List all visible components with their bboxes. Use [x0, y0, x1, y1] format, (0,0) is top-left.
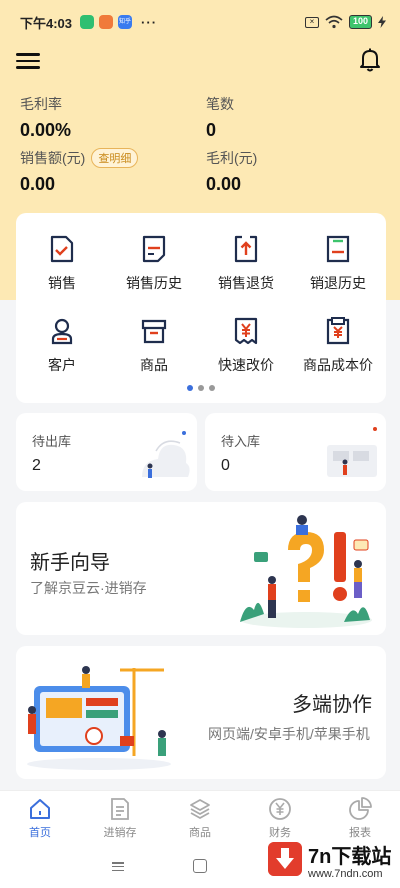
inventory-icon [111, 798, 129, 820]
func-sales-return[interactable]: 销售退货 [200, 235, 292, 293]
func-customer-label: 客户 [48, 357, 76, 373]
pending-inbound-value: 0 [221, 457, 230, 474]
app-notification-icon [99, 15, 114, 29]
func-sales-history-label: 销售历史 [126, 275, 182, 291]
recent-apps-icon[interactable] [112, 862, 124, 871]
func-return-history[interactable]: 销退历史 [292, 235, 384, 293]
count-label: 笔数 [206, 96, 234, 112]
outbound-illustration [142, 431, 190, 478]
func-quick-price-label: 快速改价 [218, 357, 274, 373]
gross-profit-value: 0.00 [206, 174, 242, 194]
pending-inbound-label: 待入库 [221, 434, 261, 449]
multi-device-banner[interactable]: 多端协作 网页端/安卓手机/苹果手机 [16, 646, 386, 779]
product-box-icon [141, 319, 167, 344]
func-sales-history[interactable]: 销售历史 [108, 235, 200, 293]
tab-goods[interactable]: 商品 [160, 791, 240, 844]
home-square-icon[interactable] [193, 859, 207, 873]
quick-price-icon [234, 317, 258, 345]
sim-off-icon: × [304, 16, 319, 28]
bottom-tab-bar: 首页 进销存 商品 财务 报表 [0, 790, 400, 844]
tab-report[interactable]: 报表 [320, 791, 400, 844]
wifi-icon [325, 15, 343, 29]
count-value: 0 [206, 120, 217, 140]
view-details-button[interactable]: 查明细 [91, 148, 139, 168]
gross-margin-rate-value: 0.00% [20, 120, 72, 140]
func-sales-label: 销售 [48, 275, 76, 291]
customer-icon [51, 318, 73, 345]
return-history-icon [326, 235, 350, 263]
count-stat: 笔数 0 [206, 94, 234, 141]
multi-device-title: 多端协作 [292, 694, 372, 716]
func-customer[interactable]: 客户 [16, 317, 108, 375]
tab-inventory-label: 进销存 [103, 827, 137, 839]
gross-profit-label: 毛利(元) [206, 150, 258, 166]
func-return-history-label: 销退历史 [310, 275, 366, 291]
gross-margin-rate-label: 毛利率 [20, 96, 62, 112]
pending-outbound-value: 2 [32, 457, 41, 474]
page-dot [209, 385, 215, 391]
pending-inbound-card[interactable]: 待入库 0 [205, 413, 386, 491]
multi-device-illustration [27, 666, 171, 770]
func-quick-price[interactable]: 快速改价 [200, 317, 292, 375]
gross-margin-rate-stat: 毛利率 0.00% [20, 94, 71, 141]
sales-doc-icon [50, 235, 74, 263]
func-product-label: 商品 [140, 357, 168, 373]
report-pie-icon [349, 797, 372, 820]
multi-device-subtitle: 网页端/安卓手机/苹果手机 [208, 726, 370, 742]
func-cost-price[interactable]: 商品成本价 [292, 317, 384, 375]
func-sales[interactable]: 销售 [16, 235, 108, 293]
watermark-title: 7n下载站 [308, 846, 392, 868]
status-time: 下午4:03 [20, 15, 73, 31]
page-indicator [16, 385, 386, 391]
tab-home-label: 首页 [29, 827, 51, 839]
goods-layers-icon [190, 799, 210, 820]
home-icon [30, 799, 50, 819]
guide-illustration [240, 515, 372, 628]
sales-history-icon [142, 235, 166, 263]
gross-profit-stat: 毛利(元) 0.00 [206, 148, 257, 195]
tab-finance-label: 财务 [269, 827, 291, 839]
download-arrow-icon [268, 842, 302, 876]
pending-outbound-label: 待出库 [32, 434, 72, 449]
status-bar: 下午4:03 知乎 ··· × 100 [0, 0, 400, 44]
finance-yen-icon [269, 798, 291, 820]
func-cost-price-label: 商品成本价 [303, 357, 373, 373]
function-grid: 销售 销售历史 销售退货 销退历史 客户 商品 快速改价 商品成本价 [16, 213, 386, 403]
func-product[interactable]: 商品 [108, 317, 200, 375]
cost-price-icon [326, 317, 350, 345]
guide-title: 新手向导 [30, 552, 110, 574]
site-watermark: 7n下载站 www.7ndn.com [268, 840, 396, 886]
more-notifications-icon: ··· [141, 14, 158, 30]
tab-goods-label: 商品 [189, 827, 211, 839]
charging-icon [378, 16, 386, 28]
tab-home[interactable]: 首页 [0, 791, 80, 844]
beginner-guide-banner[interactable]: 新手向导 了解京豆云·进销存 [16, 502, 386, 635]
guide-subtitle: 了解京豆云·进销存 [30, 580, 147, 596]
inbound-illustration [327, 427, 377, 477]
tab-finance[interactable]: 财务 [240, 791, 320, 844]
func-sales-return-label: 销售退货 [218, 275, 274, 291]
app-notification-icon [80, 15, 95, 29]
pending-outbound-card[interactable]: 待出库 2 [16, 413, 197, 491]
sales-amount-stat: 销售额(元) 查明细 0.00 [20, 148, 139, 195]
zhihu-app-icon: 知乎 [118, 15, 133, 29]
page-dot-active [187, 385, 193, 391]
page-dot [198, 385, 204, 391]
tab-report-label: 报表 [349, 827, 371, 839]
sales-amount-label: 销售额(元) [20, 150, 86, 166]
sales-amount-value: 0.00 [20, 174, 56, 194]
bell-icon[interactable] [356, 46, 384, 74]
tab-inventory[interactable]: 进销存 [80, 791, 160, 844]
sales-return-icon [234, 235, 258, 263]
watermark-url: www.7ndn.com [308, 868, 383, 880]
battery-icon: 100 [348, 15, 372, 29]
menu-icon[interactable] [16, 50, 40, 72]
